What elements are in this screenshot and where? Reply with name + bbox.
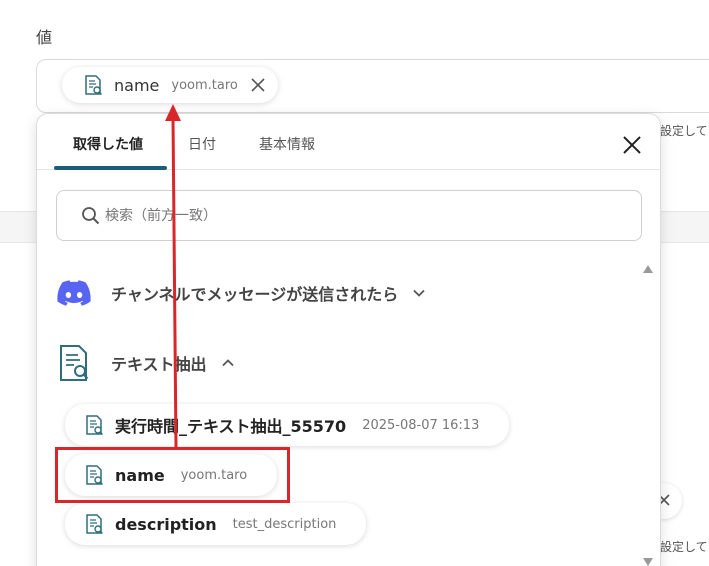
active-tab-indicator xyxy=(54,166,167,170)
document-search-icon xyxy=(86,415,104,436)
section-discord-title: チャンネルでメッセージが送信されたら xyxy=(111,285,399,304)
search-box xyxy=(56,190,642,241)
selected-chip-sub: yoom.taro xyxy=(171,77,238,93)
section-text-extraction[interactable]: テキスト抽出 xyxy=(57,344,235,382)
value-field-label: 値 xyxy=(36,28,53,47)
list-item[interactable]: description test_description xyxy=(65,503,367,545)
list-item[interactable]: 実行時間_テキスト抽出_55570 2025-08-07 16:13 xyxy=(65,404,510,446)
selected-chip-name: name xyxy=(114,75,160,95)
search-icon xyxy=(82,207,100,225)
section-discord-trigger[interactable]: チャンネルでメッセージが送信されたら xyxy=(57,280,426,306)
remove-chip-icon[interactable] xyxy=(250,77,266,93)
scroll-down-arrow[interactable] xyxy=(643,558,653,566)
document-search-icon xyxy=(86,514,104,535)
tab-date[interactable]: 日付 xyxy=(188,134,216,154)
highlight-box xyxy=(55,447,290,503)
document-search-icon xyxy=(60,345,89,381)
tab-bar: 取得した値 日付 基本情報 xyxy=(37,114,660,170)
document-search-icon xyxy=(85,75,103,96)
setting-text-2: 設定して xyxy=(660,540,708,554)
chevron-down-icon xyxy=(413,289,425,297)
setting-text-1: 設定して xyxy=(660,124,708,138)
list-item-value: test_description xyxy=(232,516,337,532)
selected-value-chip[interactable]: name yoom.taro xyxy=(62,67,278,103)
tab-basic-info[interactable]: 基本情報 xyxy=(259,134,315,154)
list-item-name: description xyxy=(115,514,217,534)
discord-icon xyxy=(57,280,91,306)
search-input[interactable] xyxy=(105,203,625,229)
scroll-up-arrow[interactable] xyxy=(643,265,653,273)
list-item-value: 2025-08-07 16:13 xyxy=(362,417,480,433)
list-item-name: 実行時間_テキスト抽出_55570 xyxy=(115,417,347,436)
section-text-extraction-title: テキスト抽出 xyxy=(111,355,207,374)
close-icon[interactable] xyxy=(621,134,643,156)
tab-fetched-values[interactable]: 取得した値 xyxy=(73,134,143,154)
chevron-up-icon xyxy=(221,359,234,367)
